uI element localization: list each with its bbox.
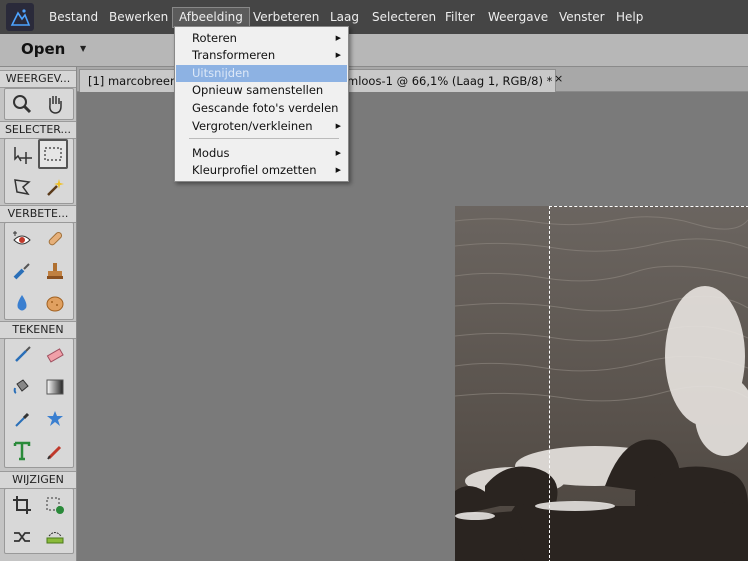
paint-bucket-tool-icon[interactable] [8,373,36,401]
tool-group-enhance [4,222,74,320]
menu-item-label: Vergroten/verkleinen [192,119,313,133]
menu-weergave[interactable]: Weergave [482,0,554,34]
afbeelding-dropdown-menu: Roteren ▶ Transformeren ▶ Uitsnijden Opn… [174,26,349,182]
custom-shape-tool-icon[interactable] [41,405,69,433]
section-title-modify: WIJZIGEN [0,471,76,489]
smart-brush-tool-icon[interactable] [8,257,36,285]
menu-item-gescande-fotos-verdelen[interactable]: Gescande foto's verdelen [176,100,347,117]
blur-tool-icon[interactable] [8,289,36,317]
submenu-arrow-icon: ▶ [335,51,341,59]
menu-item-uitsnijden[interactable]: Uitsnijden [176,65,347,82]
tool-group-draw [4,338,74,468]
section-title-enhance: VERBETE... [0,205,76,223]
submenu-arrow-icon: ▶ [335,166,341,174]
menu-item-label: Kleurprofiel omzetten [192,163,317,177]
section-title-select: SELECTER... [0,121,76,139]
eraser-tool-icon[interactable] [41,341,69,369]
menu-bewerken[interactable]: Bewerken [103,0,174,34]
open-button[interactable]: Open [21,40,65,58]
hand-tool-icon[interactable] [41,90,69,118]
lasso-tool-icon[interactable] [8,173,36,201]
straighten-tool-icon[interactable] [41,523,69,551]
magic-wand-tool-icon[interactable] [41,173,69,201]
menu-item-label: Opnieuw samenstellen [192,83,324,97]
document-canvas-image[interactable] [455,206,748,561]
menu-item-label: Transformeren [192,48,276,62]
menu-item-label: Roteren [192,31,237,45]
brush-tool-icon[interactable] [8,341,36,369]
menu-item-transformeren[interactable]: Transformeren ▶ [176,47,347,64]
tools-panel: WEERGEV... SELECTER... VERBETE... TEKENE… [0,67,77,561]
menu-item-opnieuw-samenstellen[interactable]: Opnieuw samenstellen [176,82,347,99]
spot-healing-tool-icon[interactable] [41,225,69,253]
menu-item-vergroten-verkleinen[interactable]: Vergroten/verkleinen ▶ [176,118,347,135]
menu-item-label: Uitsnijden [192,66,250,80]
menu-bar: Bestand Bewerken Afbeelding Verbeteren L… [0,0,748,34]
submenu-arrow-icon: ▶ [335,149,341,157]
marquee-tool-icon[interactable] [38,139,68,169]
move-tool-icon[interactable] [8,141,36,169]
menu-help[interactable]: Help [610,0,649,34]
content-aware-move-tool-icon[interactable] [8,523,36,551]
menu-filter[interactable]: Filter [439,0,481,34]
menu-item-roteren[interactable]: Roteren ▶ [176,30,347,47]
submenu-arrow-icon: ▶ [335,34,341,42]
menu-item-label: Modus [192,146,230,160]
crop-tool-icon[interactable] [8,491,36,519]
options-bar: Open ▼ [0,34,748,67]
submenu-arrow-icon: ▶ [335,122,341,130]
app-logo-icon[interactable] [6,3,34,31]
eyedropper-tool-icon[interactable] [8,405,36,433]
gradient-tool-icon[interactable] [41,373,69,401]
menu-selecteren[interactable]: Selecteren [366,0,442,34]
red-eye-tool-icon[interactable] [8,225,36,253]
clone-stamp-tool-icon[interactable] [41,257,69,285]
menu-item-label: Gescande foto's verdelen [192,101,339,115]
menu-item-modus[interactable]: Modus ▶ [176,145,347,162]
menu-separator [189,138,339,139]
tool-group-modify [4,488,74,554]
pencil-tool-icon[interactable] [41,437,69,465]
section-title-draw: TEKENEN [0,321,76,339]
type-tool-icon[interactable] [8,437,36,465]
tab-close-icon[interactable]: × [554,72,563,85]
section-title-view: WEERGEV... [0,70,76,88]
open-dropdown-arrow-icon[interactable]: ▼ [80,44,86,53]
menu-item-kleurprofiel-omzetten[interactable]: Kleurprofiel omzetten ▶ [176,162,347,179]
tool-group-select [4,138,74,204]
sponge-tool-icon[interactable] [41,289,69,317]
zoom-tool-icon[interactable] [8,90,36,118]
recompose-tool-icon[interactable] [41,491,69,519]
tool-group-view [4,88,74,120]
crop-selection-marquee[interactable] [549,206,748,561]
menu-afbeelding[interactable]: Afbeelding [172,7,250,28]
menu-bestand[interactable]: Bestand [43,0,104,34]
menu-venster[interactable]: Venster [553,0,611,34]
tab-naamloos[interactable]: mloos-1 @ 66,1% (Laag 1, RGB/8) * [347,69,556,92]
